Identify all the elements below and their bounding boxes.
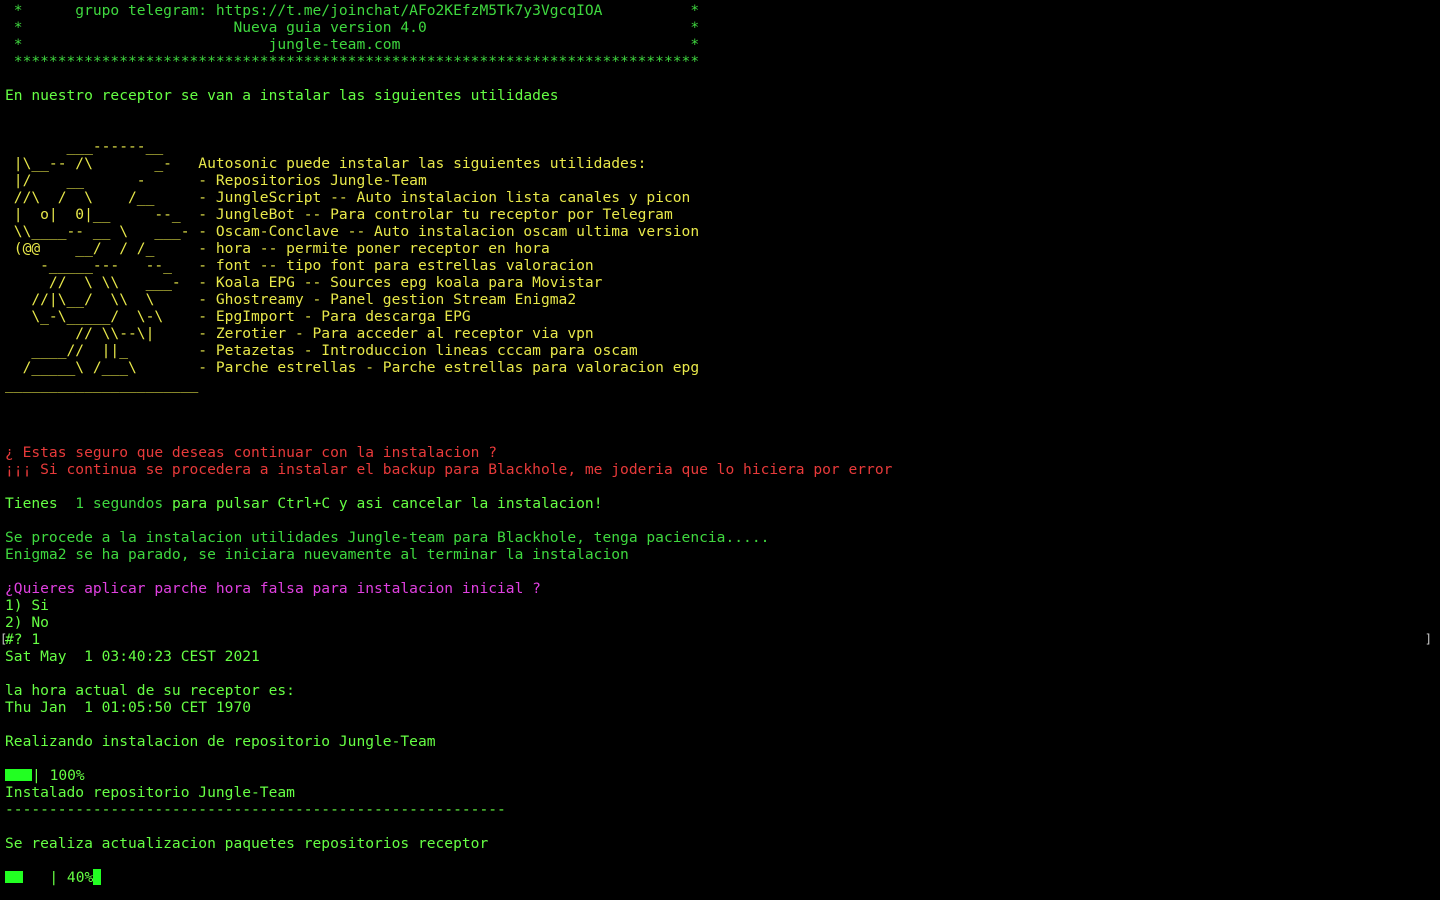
utility-item: - Oscam-Conclave -- Auto instalacion osc…: [198, 223, 700, 240]
banner-guide-line: * Nueva guia version 4.0 *: [5, 19, 700, 36]
separator-line: ----------------------------------------…: [5, 801, 506, 818]
art-line: ______________________: [5, 376, 199, 393]
utility-item: - Ghostreamy - Panel gestion Stream Enig…: [198, 291, 577, 308]
update-progress-bar: [5, 871, 23, 883]
art-line: //|\__/ \\ \ - Ghostreamy - Panel gestio…: [5, 291, 577, 308]
text-cursor[interactable]: [93, 869, 102, 885]
intro-line: En nuestro receptor se van a instalar la…: [5, 87, 559, 104]
art-line: |\__-- /\ _- Autosonic puede instalar la…: [5, 155, 647, 172]
right-bracket-marker: ]: [1424, 632, 1432, 646]
install-proceed-line: Se procede a la instalacion utilidades J…: [5, 529, 770, 546]
option-no: 2) No: [5, 614, 49, 631]
update-line: Se realiza actualizacion paquetes reposi…: [5, 835, 489, 852]
utility-item: - hora -- permite poner receptor en hora: [198, 240, 550, 257]
banner-site-line: * jungle-team.com *: [5, 36, 700, 53]
art-line: ___------__: [5, 138, 164, 155]
art-line: \_-\_____/ \-\ - EpgImport - Para descar…: [5, 308, 471, 325]
art-line: //\ / \ /__ - JungleScript -- Auto insta…: [5, 189, 691, 206]
update-progress-line: | 40%: [5, 869, 1440, 886]
backup-warning-line: ¡¡¡ Si continua se procedera a instalar …: [5, 461, 893, 478]
repo-install-line: Realizando instalacion de repositorio Ju…: [5, 733, 436, 750]
art-line: -_____--- --_ - font -- tipo font para e…: [5, 257, 594, 274]
art-line: // \ \\ ___- - Koala EPG -- Sources epg …: [5, 274, 603, 291]
left-bracket-marker: [: [0, 632, 8, 646]
countdown-seconds: 1 segundos: [66, 495, 164, 512]
art-line: |/ __ - - Repositorios Jungle-Team: [5, 172, 427, 189]
utility-item: - Petazetas - Introduccion lineas cccam …: [198, 342, 638, 359]
repo-progress-bar: [5, 769, 32, 781]
utility-item: - Repositorios Jungle-Team: [198, 172, 427, 189]
countdown-line: Tienes 1 segundos para pulsar Ctrl+C y a…: [5, 495, 603, 512]
utility-item: - JungleBot -- Para controlar tu recepto…: [198, 206, 673, 223]
banner-telegram-line: * grupo telegram: https://t.me/joinchat/…: [5, 2, 700, 19]
art-line: ____// ||_ - Petazetas - Introduccion li…: [5, 342, 638, 359]
receiver-time-label: la hora actual de su receptor es:: [5, 682, 295, 699]
option-si: 1) Si: [5, 597, 49, 614]
repo-progress-line: | 100%: [5, 767, 1440, 784]
ascii-art-block: ___------__ |\__-- /\ _- Autosonic puede…: [5, 138, 1440, 393]
utility-item: - EpgImport - Para descarga EPG: [198, 308, 471, 325]
terminal-window[interactable]: * grupo telegram: https://t.me/joinchat/…: [0, 0, 1440, 900]
art-line: \\____-- __ \ ___- - Oscam-Conclave -- A…: [5, 223, 700, 240]
art-line: /_____\ /___\ - Parche estrellas - Parch…: [5, 359, 700, 376]
receiver-time-line: Thu Jan 1 01:05:50 CET 1970: [5, 699, 252, 716]
utilities-heading: Autosonic puede instalar las siguientes …: [198, 155, 647, 172]
art-line: | o| 0|__ --_ - JungleBot -- Para contro…: [5, 206, 673, 223]
repo-installed-line: Instalado repositorio Jungle-Team: [5, 784, 295, 801]
prompt-answer-line: #? 1: [5, 631, 41, 648]
utility-item: - Koala EPG -- Sources epg koala para Mo…: [198, 274, 603, 291]
art-line: // \\--\| - Zerotier - Para acceder al r…: [5, 325, 594, 342]
art-line: (@@ __/ / /_ - hora -- permite poner rec…: [5, 240, 550, 257]
utility-item: - font -- tipo font para estrellas valor…: [198, 257, 594, 274]
current-date-line: Sat May 1 03:40:23 CEST 2021: [5, 648, 260, 665]
confirm-question-line: ¿ Estas seguro que deseas continuar con …: [5, 444, 498, 461]
utility-item: - Zerotier - Para acceder al receptor vi…: [198, 325, 594, 342]
update-progress-text: | 40%: [23, 869, 94, 886]
banner-stars-line: ****************************************…: [5, 53, 700, 70]
utility-item: - JungleScript -- Auto instalacion lista…: [198, 189, 691, 206]
utility-item: - Parche estrellas - Parche estrellas pa…: [198, 359, 700, 376]
repo-progress-text: | 100%: [32, 767, 85, 784]
enigma-stopped-line: Enigma2 se ha parado, se iniciara nuevam…: [5, 546, 629, 563]
patch-question-line: ¿Quieres aplicar parche hora falsa para …: [5, 580, 541, 597]
